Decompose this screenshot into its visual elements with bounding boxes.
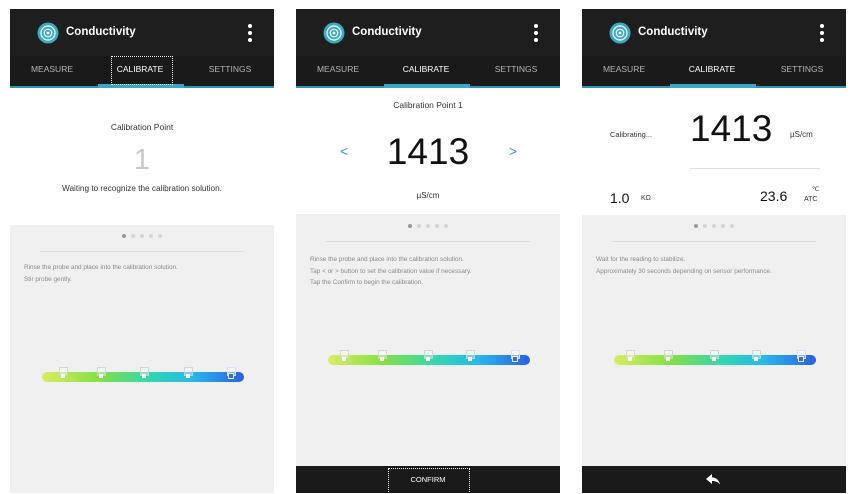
app-title: Conductivity — [352, 26, 422, 38]
calibration-marker — [424, 350, 433, 361]
instruction-line: Approximately 30 seconds depending on se… — [596, 267, 772, 275]
divider — [612, 241, 816, 242]
divider — [326, 241, 530, 242]
tab-settings[interactable]: SETTINGS — [758, 56, 846, 86]
calibration-marker — [59, 367, 68, 378]
conductivity-logo-icon — [37, 22, 59, 44]
tab-settings[interactable]: SETTINGS — [186, 56, 274, 86]
instruction-line: Tap the Confirm to begin the calibration… — [310, 279, 423, 286]
more-vert-icon[interactable] — [534, 24, 538, 42]
bottom-bar — [582, 466, 846, 493]
tab-measure[interactable]: MEASURE — [10, 56, 94, 86]
focus-highlight — [111, 56, 173, 85]
app-title: Conductivity — [638, 26, 708, 38]
resistance-unit: KΩ — [641, 195, 651, 202]
tab-bar: MEASURE CALIBRATE SETTINGS — [582, 56, 846, 86]
calibration-marker — [626, 350, 635, 361]
calibration-value: 1413 — [690, 108, 773, 149]
calibration-marker — [184, 367, 193, 378]
tab-calibrate[interactable]: CALIBRATE — [382, 56, 470, 86]
calibration-marker — [664, 350, 673, 361]
instruction-line: Rinse the probe and place into the calib… — [310, 256, 464, 263]
resistance-value: 1.0 — [610, 190, 630, 206]
tab-measure[interactable]: MEASURE — [582, 56, 666, 86]
value-unit: µS/cm — [790, 130, 813, 139]
app-title: Conductivity — [66, 26, 136, 38]
temperature-mode: ATC — [804, 196, 818, 203]
temperature-unit: ℃ — [812, 186, 820, 193]
conductivity-logo-icon — [609, 22, 631, 44]
chevron-right-icon[interactable]: > — [509, 143, 517, 159]
calibration-point-number: 1 — [133, 144, 151, 176]
focus-highlight — [388, 468, 470, 493]
back-arrow-icon[interactable] — [706, 474, 721, 485]
calibration-range-bar — [614, 350, 816, 365]
calibration-card: Calibration Point 1 < 1413 > µS/cm — [296, 88, 560, 214]
instruction-line: Rinse the probe and place into the calib… — [24, 264, 178, 271]
temperature-value: 23.6 — [760, 188, 788, 204]
app-bar: Conductivity — [10, 9, 274, 56]
more-vert-icon[interactable] — [248, 24, 252, 42]
calibration-marker — [340, 350, 349, 361]
calibration-marker — [140, 367, 149, 378]
status-message: Waiting to recognize the calibration sol… — [62, 184, 222, 193]
page-indicator — [296, 224, 560, 228]
calibration-marker — [378, 350, 387, 361]
instructions: Rinse the probe and place into the calib… — [310, 254, 546, 289]
calibration-marker — [97, 367, 106, 378]
screen-select-value: Conductivity MEASURE CALIBRATE SETTINGS … — [296, 9, 560, 493]
calibration-point-heading: Calibration Point 1 — [393, 100, 463, 110]
instructions: Rinse the probe and place into the calib… — [24, 262, 260, 285]
calibration-marker — [710, 350, 719, 361]
more-vert-icon[interactable] — [820, 24, 824, 42]
page-indicator — [582, 224, 846, 228]
calibration-range-bar — [328, 350, 530, 365]
calibration-card: Calibrating... 1413 µS/cm 1.0 KΩ 23.6 ℃ … — [582, 88, 846, 215]
calibration-card: Calibration Point 1 Waiting to recognize… — [10, 88, 274, 225]
tab-measure[interactable]: MEASURE — [296, 56, 380, 86]
app-bar: Conductivity — [582, 9, 846, 56]
calibration-point-heading: Calibration Point — [110, 122, 174, 132]
value-unit: µS/cm — [416, 191, 440, 200]
calibration-marker-active — [227, 367, 236, 379]
instruction-line: Stir probe gently. — [24, 275, 72, 283]
calibrating-status: Calibrating... — [610, 130, 653, 139]
screen-waiting: Conductivity MEASURE CALIBRATE SETTINGS … — [10, 9, 274, 493]
calibration-marker-active — [511, 350, 520, 362]
instruction-line: Wait for the reading to stabilize. — [596, 256, 686, 263]
instructions: Wait for the reading to stabilize. Appro… — [596, 254, 832, 277]
tab-settings[interactable]: SETTINGS — [472, 56, 560, 86]
tab-bar: MEASURE CALIBRATE SETTINGS — [296, 56, 560, 86]
page-indicator — [10, 234, 274, 238]
calibration-marker — [466, 350, 475, 361]
conductivity-logo-icon — [323, 22, 345, 44]
screen-calibrating: Conductivity MEASURE CALIBRATE SETTINGS … — [582, 9, 846, 493]
calibration-marker-active — [797, 350, 806, 362]
divider — [690, 168, 820, 169]
calibration-value: 1413 — [386, 131, 470, 172]
calibration-range-bar — [42, 367, 244, 382]
tab-calibrate[interactable]: CALIBRATE — [668, 56, 756, 86]
calibration-marker — [752, 350, 761, 361]
app-bar: Conductivity — [296, 9, 560, 56]
instruction-line: Tap < or > button to set the calibration… — [310, 267, 472, 275]
divider — [40, 251, 244, 252]
